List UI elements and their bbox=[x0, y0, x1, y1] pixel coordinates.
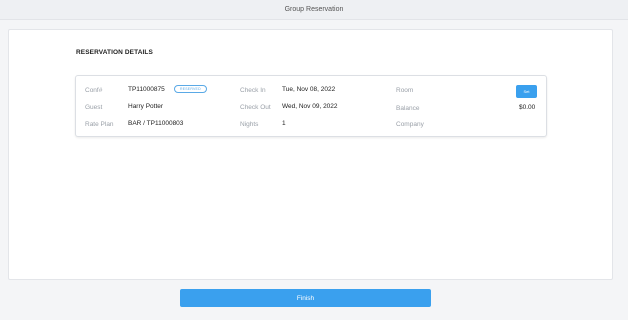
window-title: Group Reservation bbox=[284, 6, 344, 13]
conf-label: Conf# bbox=[85, 87, 103, 94]
balance-label: Balance bbox=[396, 105, 420, 112]
check-in-label: Check In bbox=[240, 87, 266, 94]
balance-value: $0.00 bbox=[519, 104, 536, 111]
rate-plan-label: Rate Plan bbox=[85, 121, 114, 128]
status-badge: RESERVED bbox=[174, 85, 207, 93]
guest-name: Harry Potter bbox=[128, 103, 164, 110]
rate-plan-value: BAR / TP11000803 bbox=[128, 120, 184, 127]
reservation-panel: RESERVATION DETAILS Conf# TP11000875 RES… bbox=[8, 29, 613, 280]
top-bar: Group Reservation bbox=[0, 0, 628, 20]
finish-button[interactable]: Finish bbox=[180, 289, 431, 307]
room-label: Room bbox=[396, 87, 414, 94]
nights-label: Nights bbox=[240, 121, 259, 128]
check-out-value: Wed, Nov 09, 2022 bbox=[282, 103, 338, 110]
check-out-label: Check Out bbox=[240, 104, 271, 111]
conf-number: TP11000875 bbox=[128, 86, 165, 93]
nights-value: 1 bbox=[282, 120, 286, 127]
check-in-value: Tue, Nov 08, 2022 bbox=[282, 86, 336, 93]
company-label: Company bbox=[396, 121, 424, 128]
reservation-card: Conf# TP11000875 RESERVED Guest Harry Po… bbox=[75, 75, 547, 137]
guest-label: Guest bbox=[85, 104, 103, 111]
section-title: RESERVATION DETAILS bbox=[76, 49, 153, 56]
room-set-button[interactable]: Set bbox=[516, 85, 537, 98]
